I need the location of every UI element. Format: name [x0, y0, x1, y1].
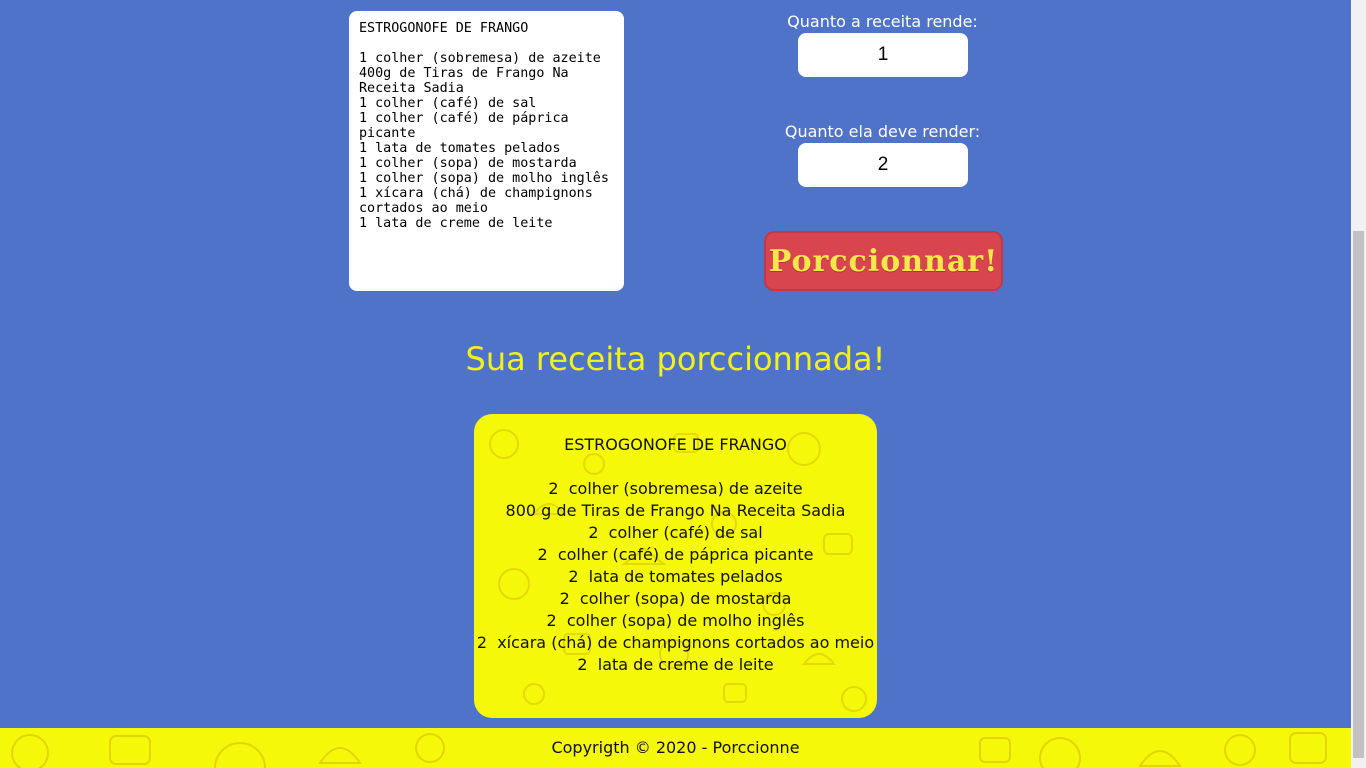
scrollbar-thumb[interactable] — [1353, 231, 1364, 758]
yield-label: Quanto a receita rende: — [787, 12, 978, 31]
target-yield-label: Quanto ela deve render: — [784, 122, 981, 141]
recipe-input[interactable]: ESTROGONOFE DE FRANGO 1 colher (sobremes… — [349, 11, 624, 291]
result-ingredient-line: 2 colher (sopa) de mostarda — [559, 589, 792, 608]
yield-input[interactable] — [798, 33, 968, 77]
result-ingredient-line: 2 lata de creme de leite — [577, 655, 774, 674]
result-recipe-text: ESTROGONOFE DE FRANGO 2 colher (sobremes… — [474, 434, 877, 676]
target-yield-input[interactable] — [798, 143, 968, 187]
result-ingredient-line: 2 colher (café) de páprica picante — [537, 545, 814, 564]
result-title: Sua receita porccionnada! — [465, 340, 886, 378]
result-ingredient-line — [474, 456, 877, 478]
result-ingredient-line: 800 g de Tiras de Frango Na Receita Sadi… — [505, 501, 846, 520]
result-ingredient-line: 2 colher (sobremesa) de azeite — [548, 479, 803, 498]
result-ingredient-line: 2 xícara (chá) de champignons cortados a… — [476, 633, 875, 652]
result-ingredient-line: 2 lata de tomates pelados — [568, 567, 783, 586]
result-ingredient-line: 2 colher (café) de sal — [588, 523, 763, 542]
result-recipe-title: ESTROGONOFE DE FRANGO — [564, 435, 787, 454]
result-ingredient-line: 2 colher (sopa) de molho inglês — [546, 611, 805, 630]
portion-button[interactable]: Porccionnar! — [764, 231, 1003, 291]
footer: Copyrigth © 2020 - Porccionne — [0, 728, 1351, 768]
copyright-text: Copyrigth © 2020 - Porccionne — [551, 738, 800, 757]
page-scrollbar[interactable] — [1351, 0, 1366, 768]
result-card: ESTROGONOFE DE FRANGO 2 colher (sobremes… — [474, 414, 877, 718]
